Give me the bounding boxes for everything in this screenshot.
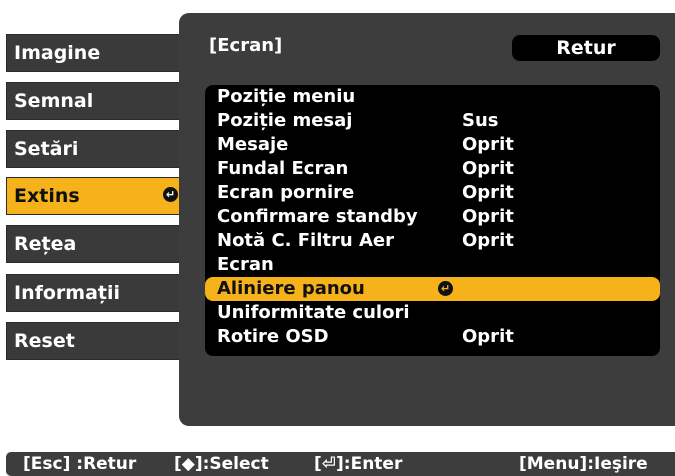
menu-item-label: Poziție mesaj [217, 110, 353, 131]
menu-item-nota-filtru-aer[interactable]: Notă C. Filtru Aer Oprit [205, 229, 660, 253]
menu-item-rotire-osd[interactable]: Rotire OSD Oprit [205, 325, 660, 349]
sidebar-item-reset[interactable]: Reset [6, 322, 185, 360]
sidebar-item-label: Extins [14, 185, 80, 207]
sidebar-item-informatii[interactable]: Informații [6, 274, 185, 312]
sidebar-item-extins[interactable]: Extins ↵ [6, 177, 185, 215]
menu-item-label: Uniformitate culori [217, 302, 410, 323]
enter-icon: ↵ [163, 187, 178, 202]
sidebar-item-label: Setări [14, 138, 79, 160]
menu-list: Poziție meniu Poziție mesaj Sus Mesaje O… [205, 85, 660, 356]
menu-item-label: Fundal Ecran [217, 158, 349, 179]
menu-item-mesaje[interactable]: Mesaje Oprit [205, 133, 660, 157]
sidebar-item-label: Imagine [14, 42, 101, 64]
footer-help-bar: [Esc] :Retur [◆]:Select [⏎]:Enter [Menu]… [6, 452, 675, 476]
menu-item-label: Aliniere panou [217, 278, 365, 299]
menu-item-value: Oprit [462, 134, 514, 155]
menu-item-label: Rotire OSD [217, 326, 329, 347]
menu-item-ecran-pornire[interactable]: Ecran pornire Oprit [205, 181, 660, 205]
back-button-label: Retur [556, 37, 616, 59]
page-title: [Ecran] [209, 35, 283, 56]
footer-enter-hint: [⏎]:Enter [314, 454, 403, 474]
menu-item-pozitie-mesaj[interactable]: Poziție mesaj Sus [205, 109, 660, 133]
menu-item-value: Sus [462, 110, 499, 131]
sidebar-item-retea[interactable]: Rețea [6, 225, 185, 263]
menu-item-label: Confirmare standby [217, 206, 418, 227]
menu-item-label: Ecran pornire [217, 182, 355, 203]
menu-item-value: Oprit [462, 206, 514, 227]
sidebar-item-label: Reset [14, 330, 75, 352]
sidebar-item-label: Informații [14, 282, 121, 304]
footer-select-hint: [◆]:Select [174, 454, 269, 474]
menu-item-value: Oprit [462, 230, 514, 251]
sidebar-item-setari[interactable]: Setări [6, 130, 185, 168]
menu-item-value: Oprit [462, 158, 514, 179]
menu-item-pozitie-meniu[interactable]: Poziție meniu [205, 85, 660, 109]
menu-item-label: Mesaje [217, 134, 289, 155]
sidebar-item-label: Rețea [14, 233, 77, 255]
sidebar-item-label: Semnal [14, 90, 94, 112]
menu-item-value: Oprit [462, 182, 514, 203]
sidebar-item-imagine[interactable]: Imagine [6, 34, 185, 72]
menu-item-fundal-ecran[interactable]: Fundal Ecran Oprit [205, 157, 660, 181]
enter-icon: ↵ [438, 281, 453, 296]
menu-item-label: Poziție meniu [217, 86, 356, 107]
back-button[interactable]: Retur [512, 35, 660, 61]
menu-item-confirmare-standby[interactable]: Confirmare standby Oprit [205, 205, 660, 229]
menu-item-aliniere-panou[interactable]: Aliniere panou ↵ [205, 277, 660, 301]
sidebar-item-semnal[interactable]: Semnal [6, 82, 185, 120]
menu-item-ecran[interactable]: Ecran [205, 253, 660, 277]
menu-item-label: Ecran [217, 254, 274, 275]
menu-item-label: Notă C. Filtru Aer [217, 230, 394, 251]
footer-menu-hint: [Menu]:Ieşire [519, 454, 648, 474]
menu-item-value: Oprit [462, 326, 514, 347]
footer-esc-hint: [Esc] :Retur [23, 454, 137, 474]
menu-item-uniformitate-culori[interactable]: Uniformitate culori [205, 301, 660, 325]
